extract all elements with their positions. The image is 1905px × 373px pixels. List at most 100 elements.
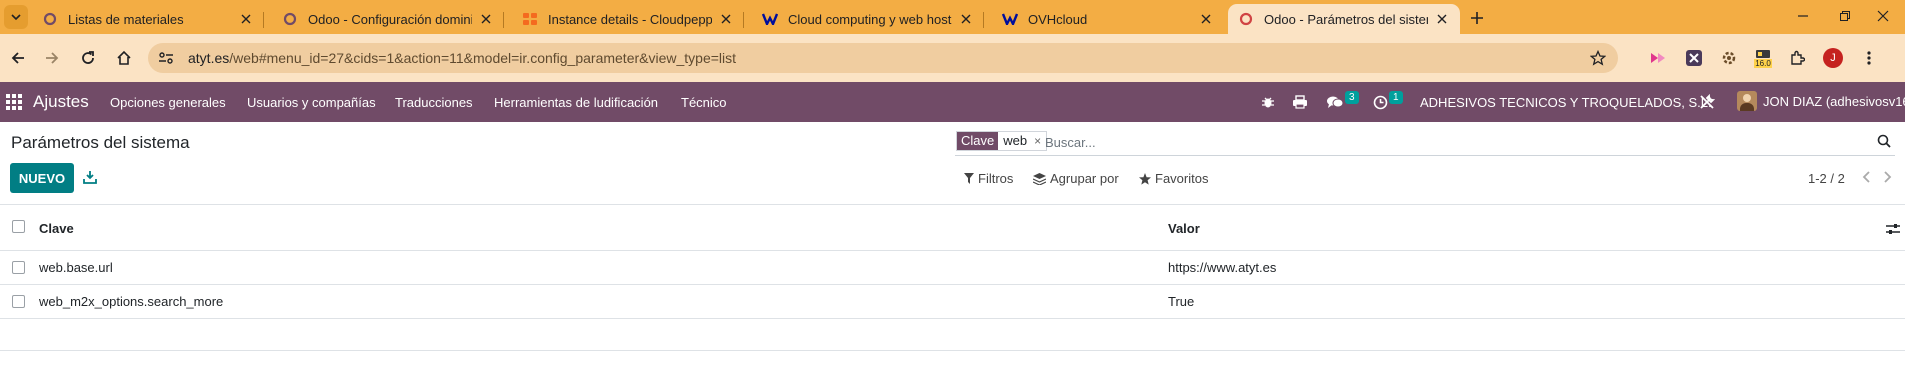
extension-x-icon[interactable] (1683, 47, 1705, 69)
close-tab-icon[interactable] (478, 11, 494, 27)
close-tab-icon[interactable] (238, 11, 254, 27)
tab-title: Odoo - Configuración dominios (308, 11, 472, 27)
reload-button[interactable] (74, 44, 102, 72)
favorites-button[interactable]: Favoritos (1139, 171, 1208, 186)
page-title: Parámetros del sistema (11, 133, 190, 152)
user-name: JON DIAZ (adhesivosv16) (1763, 93, 1905, 109)
chevron-down-icon (11, 14, 21, 21)
odoo-navbar: Ajustes Opciones generales Usuarios y co… (0, 82, 1905, 122)
activities-count-badge: 1 (1389, 90, 1403, 104)
url-text: atyt.es/web#menu_id=27&cids=1&action=11&… (188, 50, 736, 66)
table-row[interactable]: web.base.url https://www.atyt.es (0, 251, 1905, 285)
column-header-valor[interactable]: Valor (1168, 221, 1200, 236)
optional-columns-sliders-icon[interactable] (1886, 222, 1900, 236)
plus-icon (1471, 12, 1483, 24)
browser-tab-2[interactable]: Odoo - Configuración dominios (272, 4, 504, 34)
search-bar: Clave web × (955, 130, 1895, 156)
pager-next-icon[interactable] (1880, 169, 1896, 185)
search-input[interactable] (1045, 132, 1825, 152)
browser-tab-active[interactable]: Odoo - Parámetros del sistema (1228, 4, 1460, 34)
debug-bug-icon[interactable] (1261, 93, 1275, 111)
download-icon[interactable] (83, 170, 97, 184)
menu-opciones-generales[interactable]: Opciones generales (110, 95, 226, 110)
ovh-favicon-icon (762, 11, 778, 27)
print-icon[interactable] (1292, 93, 1308, 111)
close-tab-icon[interactable] (1198, 11, 1214, 27)
close-tab-icon[interactable] (718, 11, 734, 27)
browser-tab-strip: Listas de materiales Odoo - Configuració… (0, 0, 1905, 34)
odoo-favicon-icon (282, 11, 298, 27)
favorites-label: Favoritos (1155, 171, 1209, 186)
restore-icon (1840, 11, 1850, 21)
browser-tab-5[interactable]: OVHcloud (992, 4, 1224, 34)
avatar (1737, 91, 1757, 111)
app-name[interactable]: Ajustes (33, 92, 89, 112)
facet-label: Clave (957, 132, 999, 150)
user-menu[interactable]: JON DIAZ (adhesivosv16) (1737, 91, 1905, 111)
forward-button[interactable] (38, 44, 66, 72)
profile-avatar[interactable]: J (1822, 47, 1844, 69)
close-window-button[interactable] (1860, 0, 1905, 32)
tab-title: Instance details - Cloudpepper (548, 11, 712, 27)
filter-icon (964, 173, 974, 184)
cell-key: web_m2x_options.search_more (39, 294, 224, 309)
app-grid-icon[interactable] (6, 94, 22, 110)
tab-title: Odoo - Parámetros del sistema (1264, 11, 1428, 27)
tools-icon[interactable] (1699, 93, 1715, 111)
ovh-favicon-icon (1002, 11, 1018, 27)
search-facet: Clave web × (956, 131, 1048, 151)
close-tab-icon[interactable] (1434, 11, 1450, 27)
group-by-button[interactable]: Agrupar por (1033, 171, 1119, 186)
cloudpepper-favicon-icon (522, 11, 538, 27)
browser-tab-4[interactable]: Cloud computing y web hosting (752, 4, 984, 34)
browser-tab-1[interactable]: Listas de materiales (32, 4, 264, 34)
filters-button[interactable]: Filtros (964, 171, 1013, 186)
odoo-favicon-icon (1238, 11, 1254, 27)
extension-pink-icon[interactable] (1648, 47, 1670, 69)
url-path: /web#menu_id=27&cids=1&action=11&model=i… (229, 50, 737, 66)
extensions-puzzle-icon[interactable] (1786, 47, 1808, 69)
minimize-icon (1798, 15, 1808, 17)
messages-button[interactable]: 3 (1326, 90, 1359, 111)
close-tab-icon[interactable] (958, 11, 974, 27)
system-parameters-list: Clave Valor web.base.url https://www.aty… (0, 204, 1905, 319)
profile-initial: J (1823, 48, 1843, 68)
company-switcher[interactable]: ADHESIVOS TECNICOS Y TROQUELADOS, S.L. (1420, 95, 1712, 110)
search-icon[interactable] (1875, 132, 1893, 150)
star-icon (1139, 172, 1151, 185)
pager-value[interactable]: 1-2 / 2 (1808, 171, 1845, 186)
new-tab-button[interactable] (1465, 6, 1489, 30)
select-all-checkbox[interactable] (12, 220, 25, 233)
extension-gear-icon[interactable] (1718, 47, 1740, 69)
menu-tecnico[interactable]: Técnico (681, 95, 727, 110)
column-header-clave[interactable]: Clave (39, 221, 74, 236)
back-button[interactable] (4, 44, 32, 72)
browser-menu-icon[interactable] (1858, 47, 1880, 69)
activities-button[interactable]: 1 (1373, 90, 1403, 111)
new-button[interactable]: NUEVO (10, 163, 74, 193)
tab-title: Listas de materiales (68, 11, 184, 27)
row-checkbox[interactable] (12, 295, 25, 308)
odoo-debug-extension-icon[interactable]: 16.0 (1752, 47, 1774, 69)
arrow-left-icon (11, 52, 24, 64)
cell-value: https://www.atyt.es (1168, 260, 1277, 275)
cell-value: True (1168, 294, 1195, 309)
list-footer-divider (0, 350, 1905, 351)
home-button[interactable] (110, 44, 138, 72)
pager-previous-icon[interactable] (1858, 169, 1874, 185)
menu-herramientas-ludificacion[interactable]: Herramientas de ludificación (494, 95, 658, 110)
tab-search-button[interactable] (4, 5, 28, 29)
address-bar[interactable]: atyt.es/web#menu_id=27&cids=1&action=11&… (148, 43, 1618, 73)
minimize-window-button[interactable] (1780, 0, 1826, 32)
site-info-icon[interactable] (156, 48, 176, 68)
menu-traducciones[interactable]: Traducciones (395, 95, 473, 110)
bookmark-star-icon[interactable] (1588, 48, 1608, 68)
browser-tab-3[interactable]: Instance details - Cloudpepper (512, 4, 744, 34)
group-by-label: Agrupar por (1050, 171, 1119, 186)
table-row[interactable]: web_m2x_options.search_more True (0, 285, 1905, 319)
menu-usuarios-companias[interactable]: Usuarios y compañías (247, 95, 376, 110)
close-icon (1877, 10, 1889, 22)
tab-title: OVHcloud (1028, 11, 1088, 27)
chat-icon (1327, 96, 1344, 108)
row-checkbox[interactable] (12, 261, 25, 274)
